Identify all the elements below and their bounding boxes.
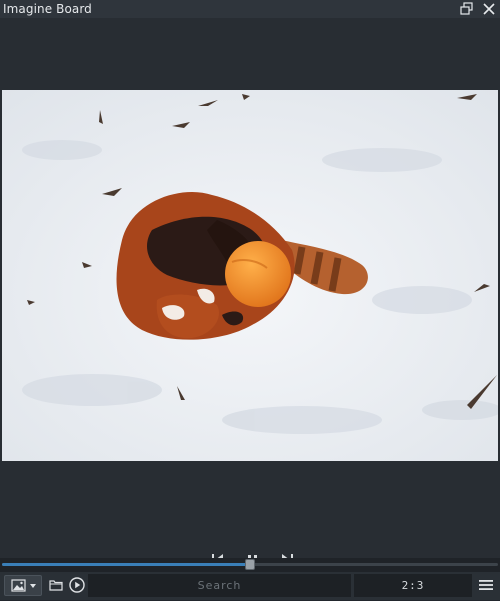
image-counter: 2:3 [354,574,472,597]
play-circle-icon[interactable] [68,576,86,594]
chevron-down-icon [30,584,36,588]
close-icon[interactable] [481,1,497,17]
title-bar: Imagine Board [0,0,500,18]
red-panda-image [2,90,498,461]
seek-progress [2,563,250,566]
folder-icon[interactable] [48,577,64,593]
window-title: Imagine Board [3,2,92,16]
hamburger-menu-icon[interactable] [478,577,494,593]
image-viewer[interactable] [0,18,500,566]
restore-window-icon[interactable] [459,1,475,17]
image-menu-button[interactable] [4,575,42,596]
seek-bar[interactable] [0,558,500,572]
bottom-toolbar: 2:3 [0,572,500,600]
media-frame [2,90,498,461]
image-icon [11,579,36,592]
seek-handle[interactable] [245,559,255,570]
search-input[interactable] [88,574,351,597]
